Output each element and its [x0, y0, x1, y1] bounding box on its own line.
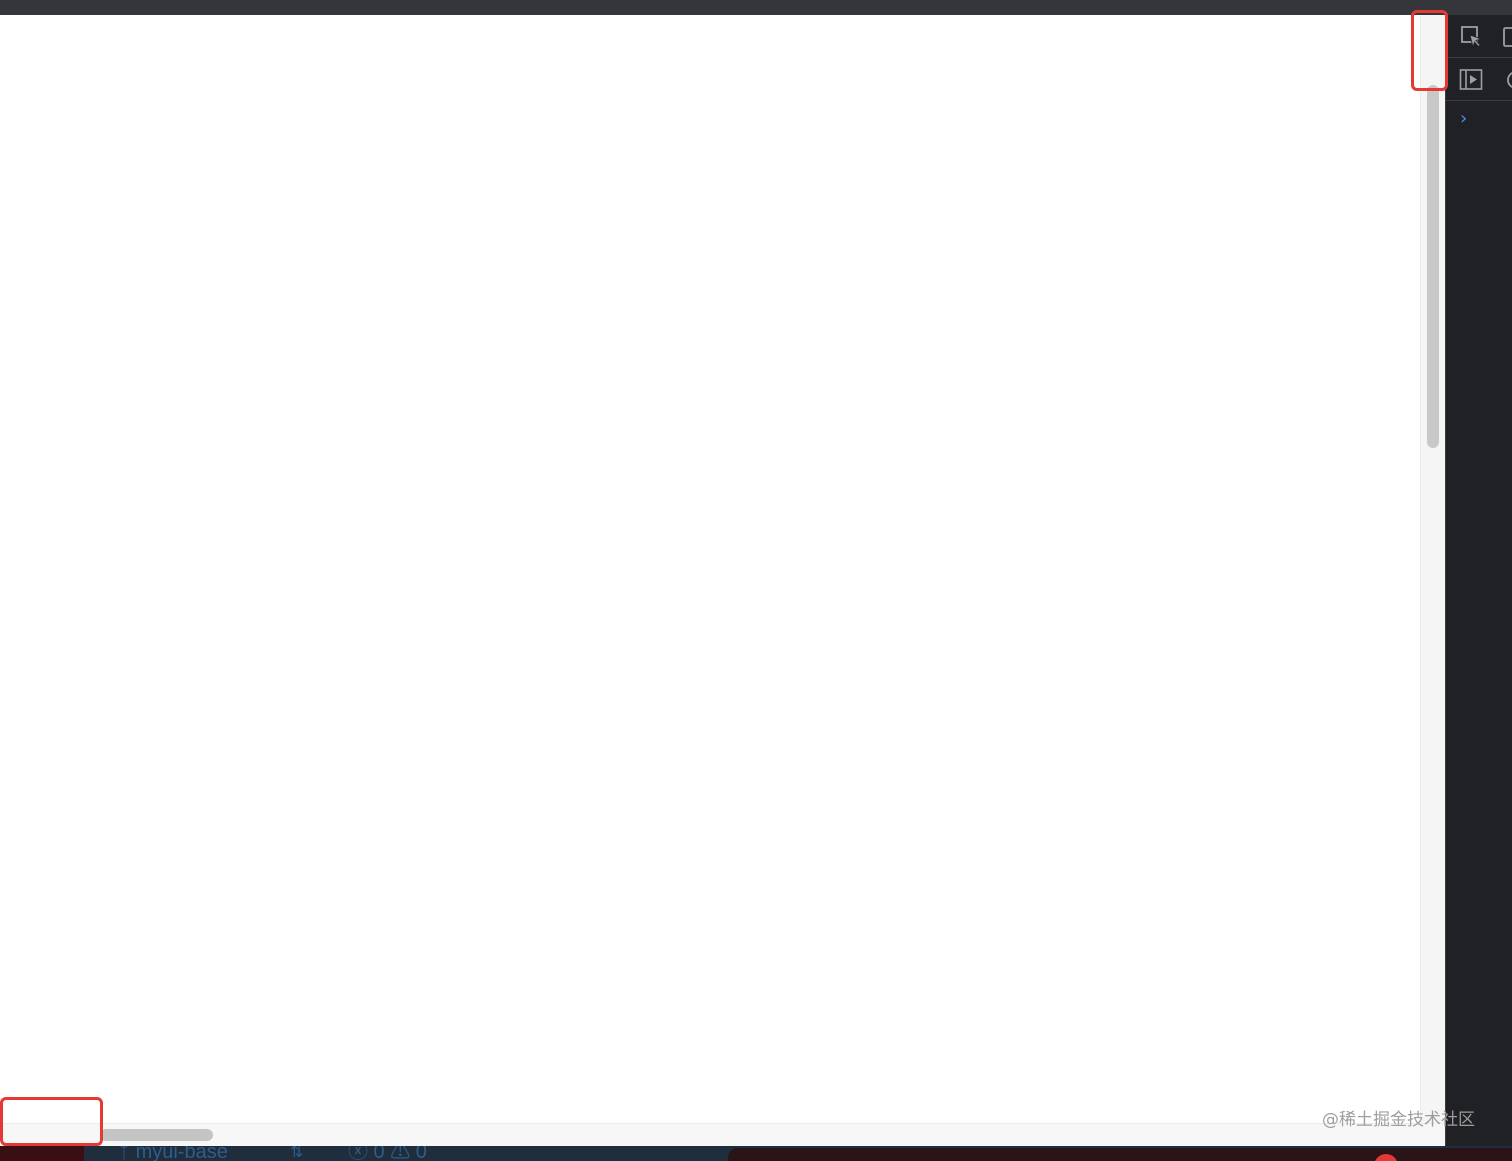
branch-icon: ᛘ [118, 1146, 136, 1161]
devtools-panel: › [1445, 15, 1512, 1146]
status-bar-remote-indicator[interactable] [0, 1146, 84, 1161]
sidebar-toggle-icon[interactable] [1459, 68, 1483, 92]
sync-icon[interactable]: ⇅ [290, 1146, 303, 1161]
horizontal-scrollbar[interactable] [0, 1123, 1445, 1146]
device-toolbar-icon[interactable] [1502, 25, 1512, 49]
devtools-toolbar [1446, 15, 1512, 58]
devtools-subtoolbar [1446, 58, 1512, 101]
vertical-scrollbar[interactable] [1420, 15, 1445, 1123]
branch-name: myui-base [135, 1146, 228, 1161]
watermark: @稀土掘金技术社区 [1322, 1110, 1475, 1130]
console-prompt-icon[interactable]: › [1460, 109, 1467, 129]
status-bar-branch[interactable]: ᛘ myui-base [118, 1146, 228, 1161]
browser-top-bar [0, 0, 1512, 15]
annotation-box-scrollbar-start [0, 1097, 103, 1146]
clear-console-icon[interactable] [1504, 68, 1512, 92]
horizontal-scrollbar-thumb[interactable] [100, 1129, 213, 1141]
screenshot-root: › @稀土掘金技术社区 ᛘ myui-base ⇅ ⓧ 0 ⚠ 0 [0, 0, 1512, 1161]
inspect-element-icon[interactable] [1460, 25, 1484, 49]
annotation-box-scrollbar-corner [1411, 10, 1448, 91]
editor-status-bar: ᛘ myui-base ⇅ ⓧ 0 ⚠ 0 [0, 1146, 1512, 1161]
vertical-scrollbar-thumb[interactable] [1427, 85, 1439, 448]
page-viewport [0, 15, 1420, 1123]
status-bar-problems[interactable]: ⓧ 0 ⚠ 0 [348, 1146, 427, 1161]
